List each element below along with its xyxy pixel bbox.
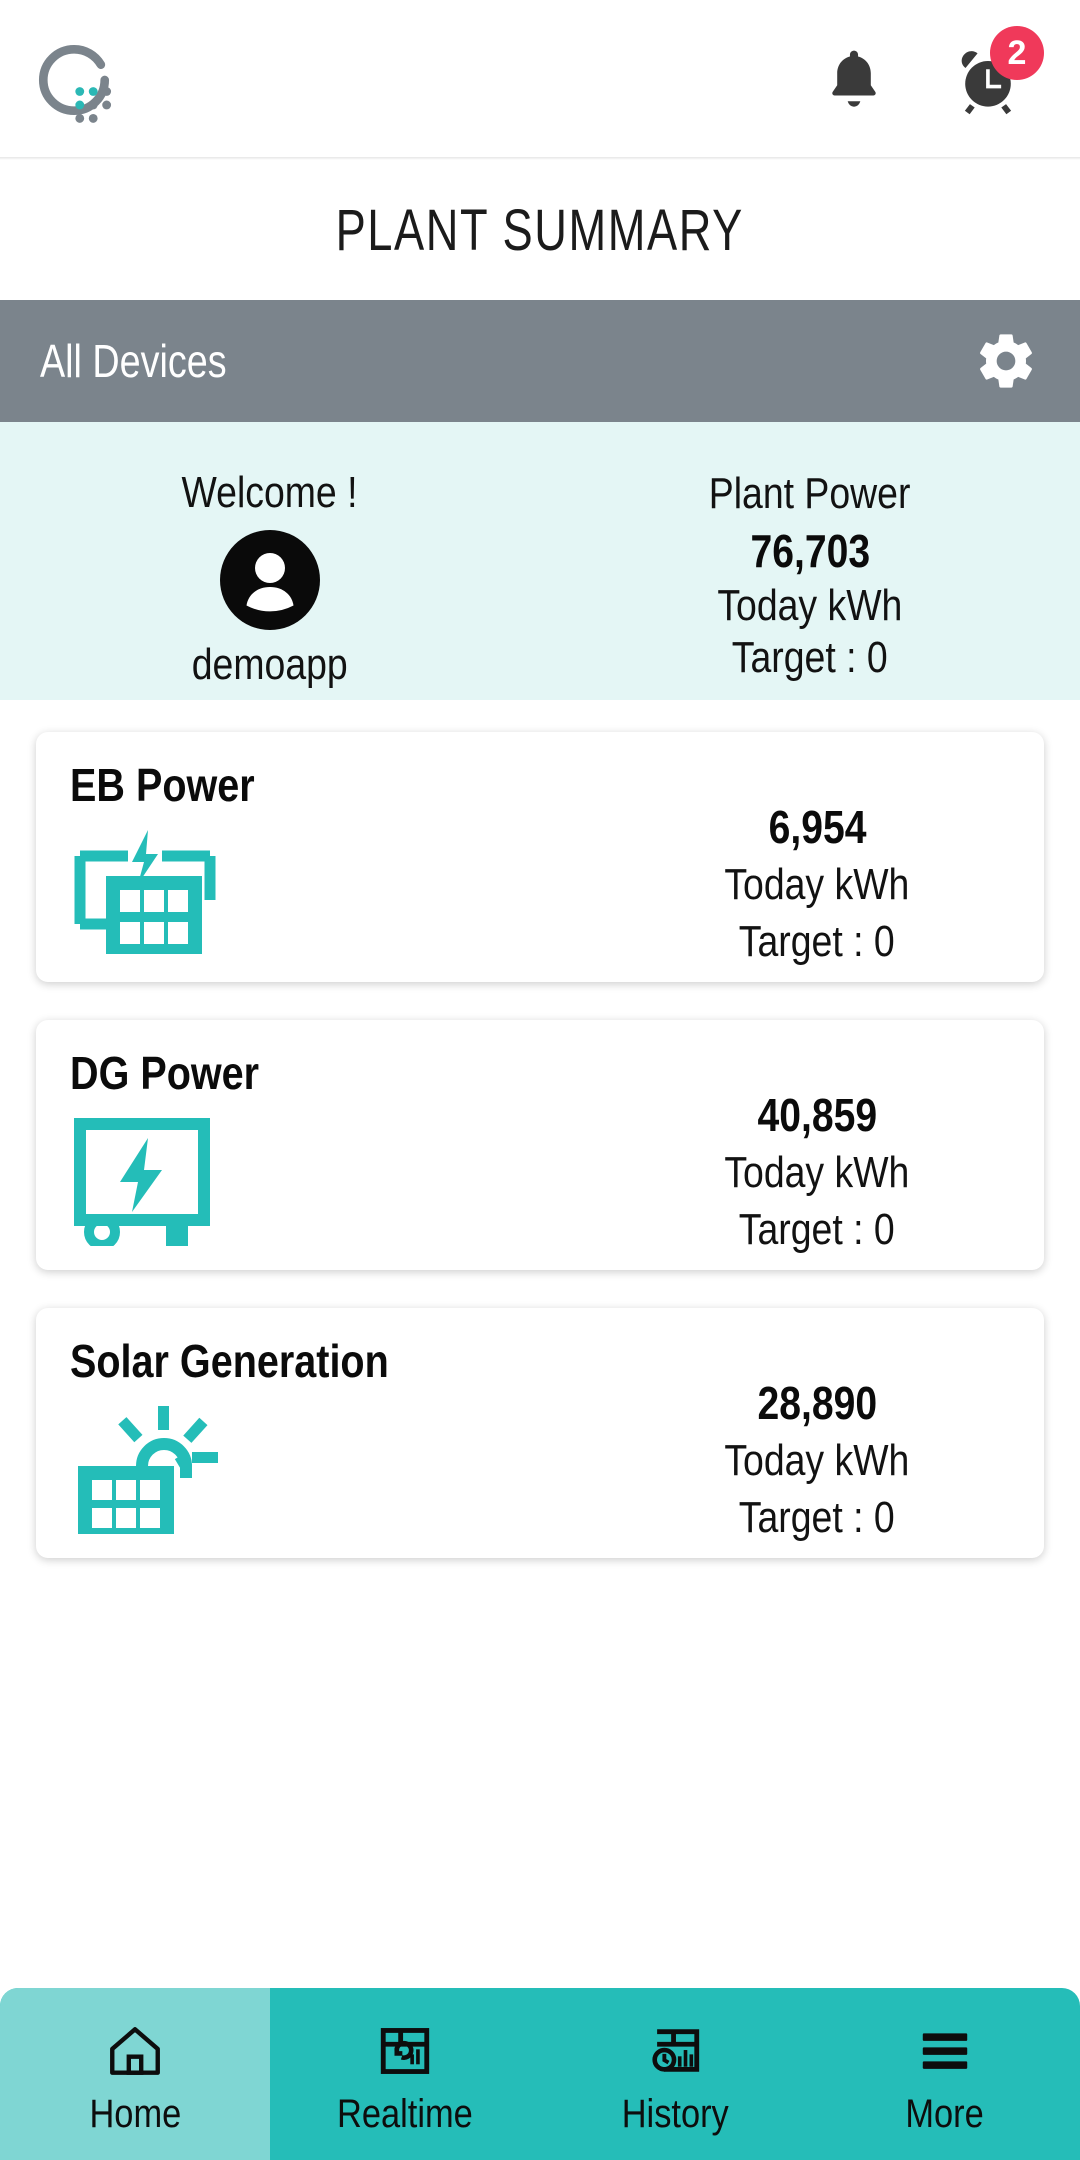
notifications-button[interactable] <box>806 32 902 128</box>
home-icon <box>102 2018 168 2084</box>
card-unit-dg-power: Today kWh <box>724 1148 910 1198</box>
card-target-eb-power: Target : 0 <box>739 916 896 966</box>
card-right-dg-power: 40,859 Today kWh Target : 0 <box>590 1046 1044 1270</box>
plant-power-column: Plant Power 76,703 Today kWh Target : 0 <box>540 468 1080 684</box>
settings-button[interactable] <box>970 325 1042 397</box>
card-value-solar-generation: 28,890 <box>757 1377 877 1429</box>
welcome-text: Welcome ! <box>182 468 358 517</box>
nav-item-history[interactable]: History <box>540 1988 810 2160</box>
history-clock-chart-icon <box>642 2018 708 2084</box>
quantum-dots-logo[interactable] <box>26 32 122 128</box>
plant-power-label: Plant Power <box>709 469 911 518</box>
card-title-solar-generation: Solar Generation <box>70 1335 389 1387</box>
gear-icon <box>980 334 1032 388</box>
card-target-solar-generation: Target : 0 <box>739 1492 896 1542</box>
plant-summary-section: Welcome ! demoapp Plant Power 76,703 Tod… <box>0 422 1080 700</box>
card-title-dg-power: DG Power <box>70 1047 260 1099</box>
welcome-column: Welcome ! demoapp <box>0 468 540 690</box>
card-left-dg-power: DG Power <box>36 1046 590 1270</box>
username: demoapp <box>192 640 348 689</box>
card-title-eb-power: EB Power <box>70 759 255 811</box>
solar-panel-sun-icon <box>70 1404 220 1534</box>
card-dg-power[interactable]: DG Power 40,859 Today kWh Target : 0 <box>36 1020 1044 1270</box>
grid-power-building-icon <box>70 828 220 958</box>
nav-label-history: History <box>621 2091 729 2136</box>
bottom-navigation-bar: Home Realtime History More <box>0 1988 1080 2160</box>
card-unit-eb-power: Today kWh <box>724 860 910 910</box>
card-value-eb-power: 6,954 <box>768 801 867 853</box>
nav-label-realtime: Realtime <box>337 2091 473 2136</box>
user-avatar-icon <box>220 530 320 630</box>
device-selector-bar[interactable]: All Devices <box>0 300 1080 422</box>
card-value-dg-power: 40,859 <box>757 1089 877 1141</box>
card-eb-power[interactable]: EB Power 6,954 Today kWh Target: 0 <box>36 732 1044 982</box>
realtime-dashboard-icon <box>372 2018 438 2084</box>
card-left-solar-generation: Solar Generation <box>36 1334 590 1558</box>
page-title: PLANT SUMMARY <box>335 197 745 263</box>
hamburger-menu-icon <box>912 2018 978 2084</box>
nav-item-more[interactable]: More <box>810 1988 1080 2160</box>
bell-icon <box>832 50 876 107</box>
nav-item-home[interactable]: Home <box>0 1988 270 2160</box>
device-selector-label: All Devices <box>40 335 227 387</box>
card-target-dg-power: Target : 0 <box>739 1204 896 1254</box>
nav-item-realtime[interactable]: Realtime <box>270 1988 540 2160</box>
diesel-generator-icon <box>70 1116 220 1250</box>
card-right-solar-generation: 28,890 Today kWh Target : 0 <box>590 1334 1044 1558</box>
plant-power-target: Target : 0 <box>732 633 888 683</box>
metric-card-list: EB Power 6,954 Today kWh Target: 0 DG P… <box>0 700 1080 2160</box>
nav-label-home: Home <box>89 2091 181 2136</box>
card-left-eb-power: EB Power <box>36 758 590 982</box>
card-unit-solar-generation: Today kWh <box>724 1436 910 1486</box>
plant-power-value: 76,703 <box>750 524 870 577</box>
avatar[interactable] <box>220 530 320 630</box>
card-right-eb-power: 6,954 Today kWh Target : 0 <box>590 758 1044 982</box>
app-screen: 2 PLANT SUMMARY All Devices Welcome ! de… <box>0 0 1080 2160</box>
nav-label-more: More <box>905 2091 985 2136</box>
alarm-badge-count: 2 <box>990 26 1044 80</box>
plant-power-unit: Today kWh <box>717 581 903 631</box>
alarms-button[interactable]: 2 <box>940 26 1044 128</box>
top-app-bar: 2 <box>0 0 1080 160</box>
page-title-bar: PLANT SUMMARY <box>0 160 1080 300</box>
card-solar-generation[interactable]: Solar Generation 28,890 Today kWh Target… <box>36 1308 1044 1558</box>
